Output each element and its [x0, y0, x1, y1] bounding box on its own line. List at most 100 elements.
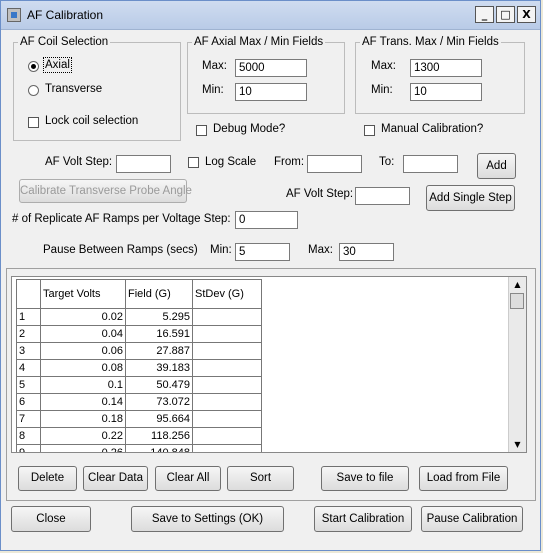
to-input[interactable] — [403, 155, 458, 173]
add-button[interactable]: Add — [477, 153, 516, 179]
scroll-thumb[interactable] — [510, 293, 524, 309]
transverse-radio[interactable] — [28, 85, 39, 96]
maximize-button[interactable]: □ — [496, 6, 515, 23]
table-row[interactable]: 2 0.04 16.591 — [16, 325, 262, 343]
field-cell[interactable]: 118.256 — [125, 427, 193, 445]
row-number-cell[interactable]: 7 — [16, 410, 41, 428]
calibration-grid[interactable]: Target Volts Field (G) StDev (G) 1 0.02 5.… — [11, 276, 527, 453]
table-row[interactable]: 8 0.22 118.256 — [16, 427, 262, 445]
scroll-down-arrow[interactable]: ▼ — [510, 437, 525, 452]
target-volts-cell[interactable]: 0.04 — [40, 325, 126, 343]
trans-max-input[interactable]: 1300 — [410, 59, 482, 77]
axial-max-input[interactable]: 5000 — [235, 59, 307, 77]
from-input[interactable] — [307, 155, 362, 173]
pause-calibration-button[interactable]: Pause Calibration — [421, 506, 523, 532]
target-volts-cell[interactable]: 0.18 — [40, 410, 126, 428]
delete-button[interactable]: Delete — [18, 466, 77, 491]
manual-calibration-checkbox[interactable] — [364, 125, 375, 136]
field-cell[interactable]: 16.591 — [125, 325, 193, 343]
stdev-cell[interactable] — [192, 444, 262, 452]
volt-step-input[interactable] — [116, 155, 171, 173]
pause-min-input[interactable]: 5 — [235, 243, 290, 261]
target-volts-header[interactable]: Target Volts — [40, 279, 126, 309]
row-number-cell[interactable]: 8 — [16, 427, 41, 445]
single-volt-step-input[interactable] — [355, 187, 410, 205]
axial-min-label: Min: — [202, 84, 224, 96]
stdev-cell[interactable] — [192, 359, 262, 377]
target-volts-cell[interactable]: 0.06 — [40, 342, 126, 360]
row-number-cell[interactable]: 5 — [16, 376, 41, 394]
target-volts-cell[interactable]: 0.26 — [40, 444, 126, 452]
table-row[interactable]: 1 0.02 5.295 — [16, 308, 262, 326]
close-button[interactable]: Close — [11, 506, 91, 532]
close-window-button[interactable]: X — [517, 6, 536, 23]
clear-data-button[interactable]: Clear Data — [83, 466, 148, 491]
log-scale-label[interactable]: Log Scale — [205, 156, 256, 168]
target-volts-cell[interactable]: 0.14 — [40, 393, 126, 411]
clear-all-button[interactable]: Clear All — [155, 466, 221, 491]
axial-radio-label[interactable]: Axial — [43, 57, 72, 73]
debug-mode-label[interactable]: Debug Mode? — [213, 123, 285, 135]
to-label: To: — [379, 156, 395, 168]
field-cell[interactable]: 50.479 — [125, 376, 193, 394]
stdev-cell[interactable] — [192, 427, 262, 445]
target-volts-cell[interactable]: 0.1 — [40, 376, 126, 394]
stdev-cell[interactable] — [192, 376, 262, 394]
stdev-cell[interactable] — [192, 308, 262, 326]
scroll-up-arrow[interactable]: ▲ — [510, 277, 525, 292]
lock-coil-checkbox[interactable] — [28, 117, 39, 128]
table-scrollbar[interactable]: ▲ ▼ — [508, 277, 526, 452]
row-number-cell[interactable]: 1 — [16, 308, 41, 326]
start-calibration-button[interactable]: Start Calibration — [314, 506, 412, 532]
stdev-cell[interactable] — [192, 410, 262, 428]
pause-max-input[interactable]: 30 — [339, 243, 394, 261]
field-cell[interactable]: 95.664 — [125, 410, 193, 428]
axial-min-input[interactable]: 10 — [235, 83, 307, 101]
table-row[interactable]: 6 0.14 73.072 — [16, 393, 262, 411]
title-bar[interactable]: AF Calibration _ □ X — [1, 1, 540, 30]
stdev-cell[interactable] — [192, 342, 262, 360]
manual-calibration-label[interactable]: Manual Calibration? — [381, 123, 483, 135]
row-number-cell[interactable]: 6 — [16, 393, 41, 411]
save-to-file-button[interactable]: Save to file — [321, 466, 409, 491]
stdev-cell[interactable] — [192, 325, 262, 343]
field-cell[interactable]: 39.183 — [125, 359, 193, 377]
load-from-file-button[interactable]: Load from File — [419, 466, 508, 491]
target-volts-cell[interactable]: 0.02 — [40, 308, 126, 326]
field-cell[interactable]: 5.295 — [125, 308, 193, 326]
target-volts-cell[interactable]: 0.08 — [40, 359, 126, 377]
field-cell[interactable]: 73.072 — [125, 393, 193, 411]
row-number-cell[interactable]: 2 — [16, 325, 41, 343]
transverse-radio-label[interactable]: Transverse — [45, 83, 102, 95]
axial-radio[interactable] — [28, 61, 39, 72]
table-row[interactable]: 5 0.1 50.479 — [16, 376, 262, 394]
table-row[interactable]: 3 0.06 27.887 — [16, 342, 262, 360]
log-scale-checkbox[interactable] — [188, 157, 199, 168]
calibration-table-panel: Target Volts Field (G) StDev (G) 1 0.02 5.… — [6, 268, 536, 501]
stdev-header[interactable]: StDev (G) — [192, 279, 262, 309]
trans-min-input[interactable]: 10 — [410, 83, 482, 101]
debug-mode-checkbox[interactable] — [196, 125, 207, 136]
row-number-cell[interactable]: 3 — [16, 342, 41, 360]
row-number-cell[interactable]: 4 — [16, 359, 41, 377]
table-row[interactable]: 9 0.26 140.848 — [16, 444, 262, 452]
calibrate-transverse-button[interactable]: Calibrate Transverse Probe Angle — [19, 179, 192, 203]
trans-max-label: Max: — [371, 60, 396, 72]
table-row[interactable]: 7 0.18 95.664 — [16, 410, 262, 428]
window-title: AF Calibration — [27, 8, 104, 22]
field-header[interactable]: Field (G) — [125, 279, 193, 309]
stdev-cell[interactable] — [192, 393, 262, 411]
field-cell[interactable]: 27.887 — [125, 342, 193, 360]
target-volts-cell[interactable]: 0.22 — [40, 427, 126, 445]
minimize-button[interactable]: _ — [475, 6, 494, 23]
save-to-settings-button[interactable]: Save to Settings (OK) — [131, 506, 284, 532]
pause-min-label: Min: — [210, 244, 232, 256]
lock-coil-label[interactable]: Lock coil selection — [45, 115, 138, 127]
add-single-step-button[interactable]: Add Single Step — [426, 185, 515, 211]
row-number-cell[interactable]: 9 — [16, 444, 41, 452]
field-cell[interactable]: 140.848 — [125, 444, 193, 452]
single-volt-step-label: AF Volt Step: — [286, 188, 354, 200]
replicates-input[interactable]: 0 — [235, 211, 298, 229]
table-row[interactable]: 4 0.08 39.183 — [16, 359, 262, 377]
sort-button[interactable]: Sort — [227, 466, 294, 491]
